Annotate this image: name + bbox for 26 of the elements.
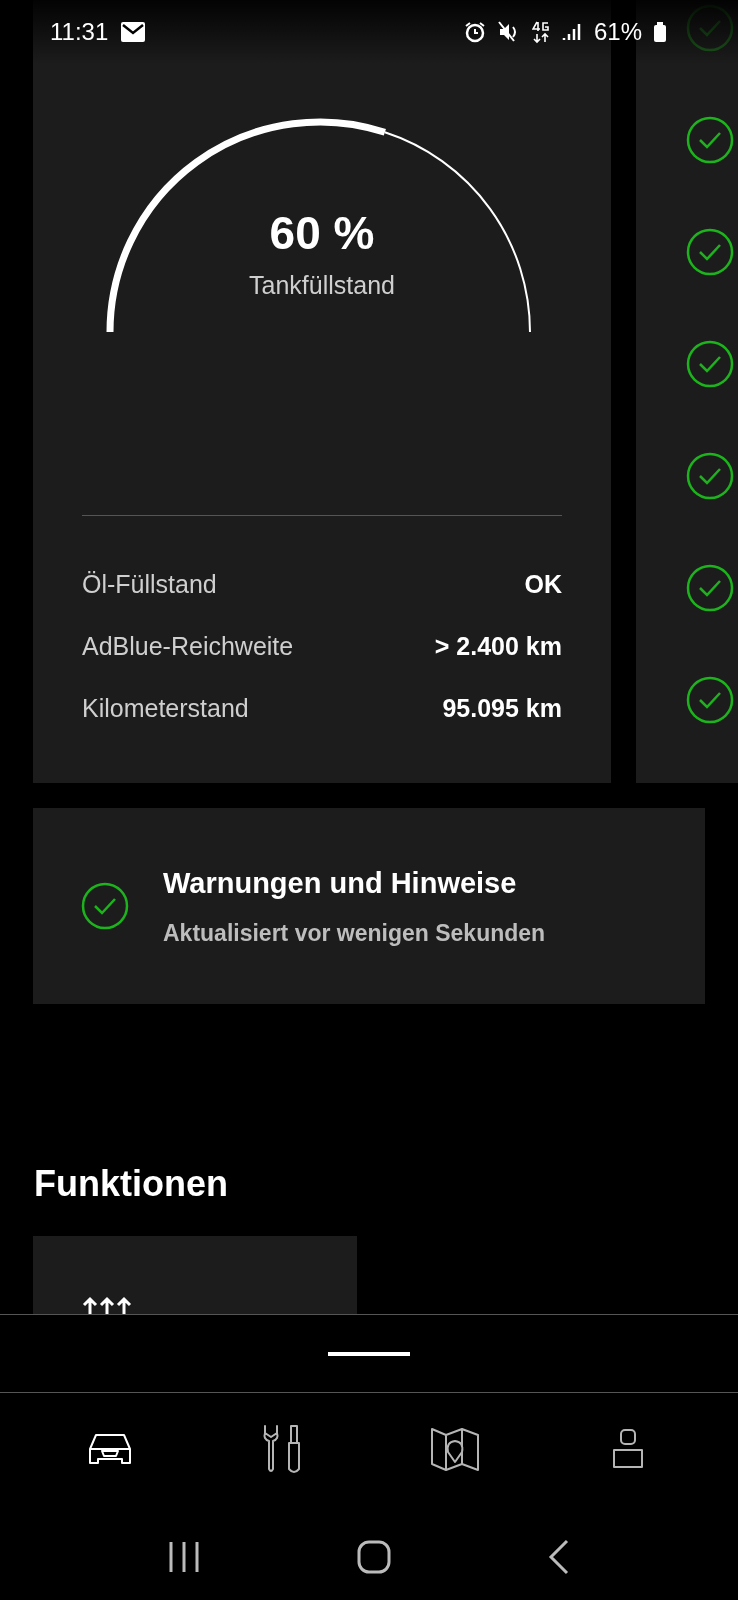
signal-icon [561,22,582,42]
info-value: OK [524,569,562,601]
alarm-icon [463,21,486,43]
profile-icon [611,1427,644,1470]
back-icon[interactable] [548,1538,570,1575]
network-4g-icon [531,20,550,44]
fuel-label: Tankfüllstand [249,269,395,301]
status-time: 11:31 [50,17,109,47]
warnings-subtitle: Aktualisiert vor wenigen Sekunden [163,918,546,948]
fuel-percent: 60 % [269,206,375,261]
battery-icon [654,22,666,42]
drag-handle[interactable] [328,1351,410,1356]
arrows-up-icon [81,1296,133,1314]
info-value: > 2.400 km [434,631,562,663]
warnings-card[interactable]: Warnungen und Hinweise Aktualisiert vor wenigen Sekunden [33,808,705,1004]
map-icon [430,1425,481,1472]
info-label: Kilometerstand [82,693,249,725]
info-value: 95.095 km [442,693,562,725]
battery-percent: 61% [593,17,642,47]
info-label: Öl-Füllstand [82,569,217,601]
recent-apps-icon[interactable] [168,1539,200,1574]
warnings-title: Warnungen und Hinweise [163,866,518,901]
home-icon[interactable] [356,1538,392,1575]
info-label: AdBlue-Reichweite [82,631,294,663]
section-title: Funktionen [34,1162,228,1206]
mail-icon [120,21,147,43]
